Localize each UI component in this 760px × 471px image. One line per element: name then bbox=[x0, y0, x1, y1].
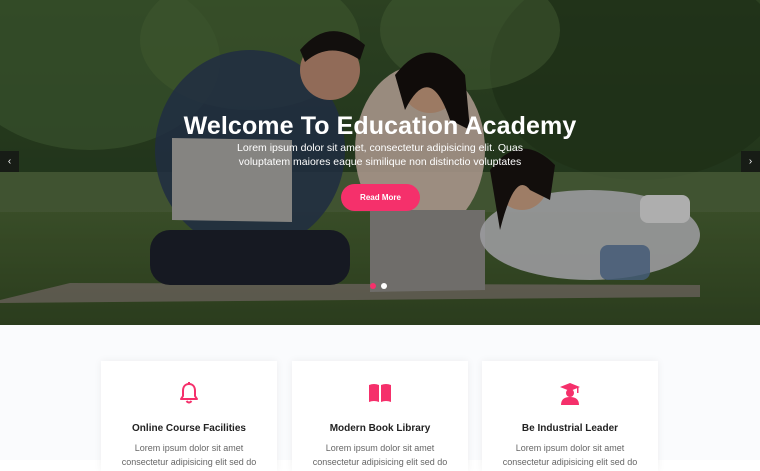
graduate-icon bbox=[560, 383, 580, 405]
feature-card: Be Industrial Leader Lorem ipsum dolor s… bbox=[482, 361, 658, 471]
book-icon bbox=[369, 384, 391, 402]
hero-slider: Welcome To Education Academy Lorem ipsum… bbox=[0, 0, 760, 325]
hero-subtitle: Lorem ipsum dolor sit amet, consectetur … bbox=[237, 142, 523, 168]
feature-title: Be Industrial Leader bbox=[521, 423, 619, 434]
features-section: Online Course Facilities Lorem ipsum dol… bbox=[0, 325, 760, 471]
slider-dot[interactable] bbox=[370, 283, 376, 289]
feature-description: Lorem ipsum dolor sit amet consectetur a… bbox=[121, 443, 257, 467]
slider-dot[interactable] bbox=[381, 283, 387, 289]
feature-title: Online Course Facilities bbox=[132, 423, 246, 434]
feature-title: Modern Book Library bbox=[329, 423, 431, 434]
next-slide-button[interactable]: › bbox=[741, 151, 760, 172]
prev-slide-button[interactable]: ‹ bbox=[0, 151, 19, 172]
chevron-right-icon: › bbox=[748, 156, 753, 167]
slider-pagination bbox=[370, 283, 387, 289]
feature-description: Lorem ipsum dolor sit amet consectetur a… bbox=[502, 443, 638, 467]
chevron-left-icon: ‹ bbox=[7, 156, 12, 167]
bell-icon bbox=[180, 382, 198, 404]
feature-card: Online Course Facilities Lorem ipsum dol… bbox=[101, 361, 277, 471]
feature-description: Lorem ipsum dolor sit amet consectetur a… bbox=[312, 443, 448, 467]
feature-card: Modern Book Library Lorem ipsum dolor si… bbox=[292, 361, 468, 471]
read-more-button[interactable]: Read More bbox=[341, 184, 420, 211]
hero-title: Welcome To Education Academy bbox=[183, 112, 577, 140]
